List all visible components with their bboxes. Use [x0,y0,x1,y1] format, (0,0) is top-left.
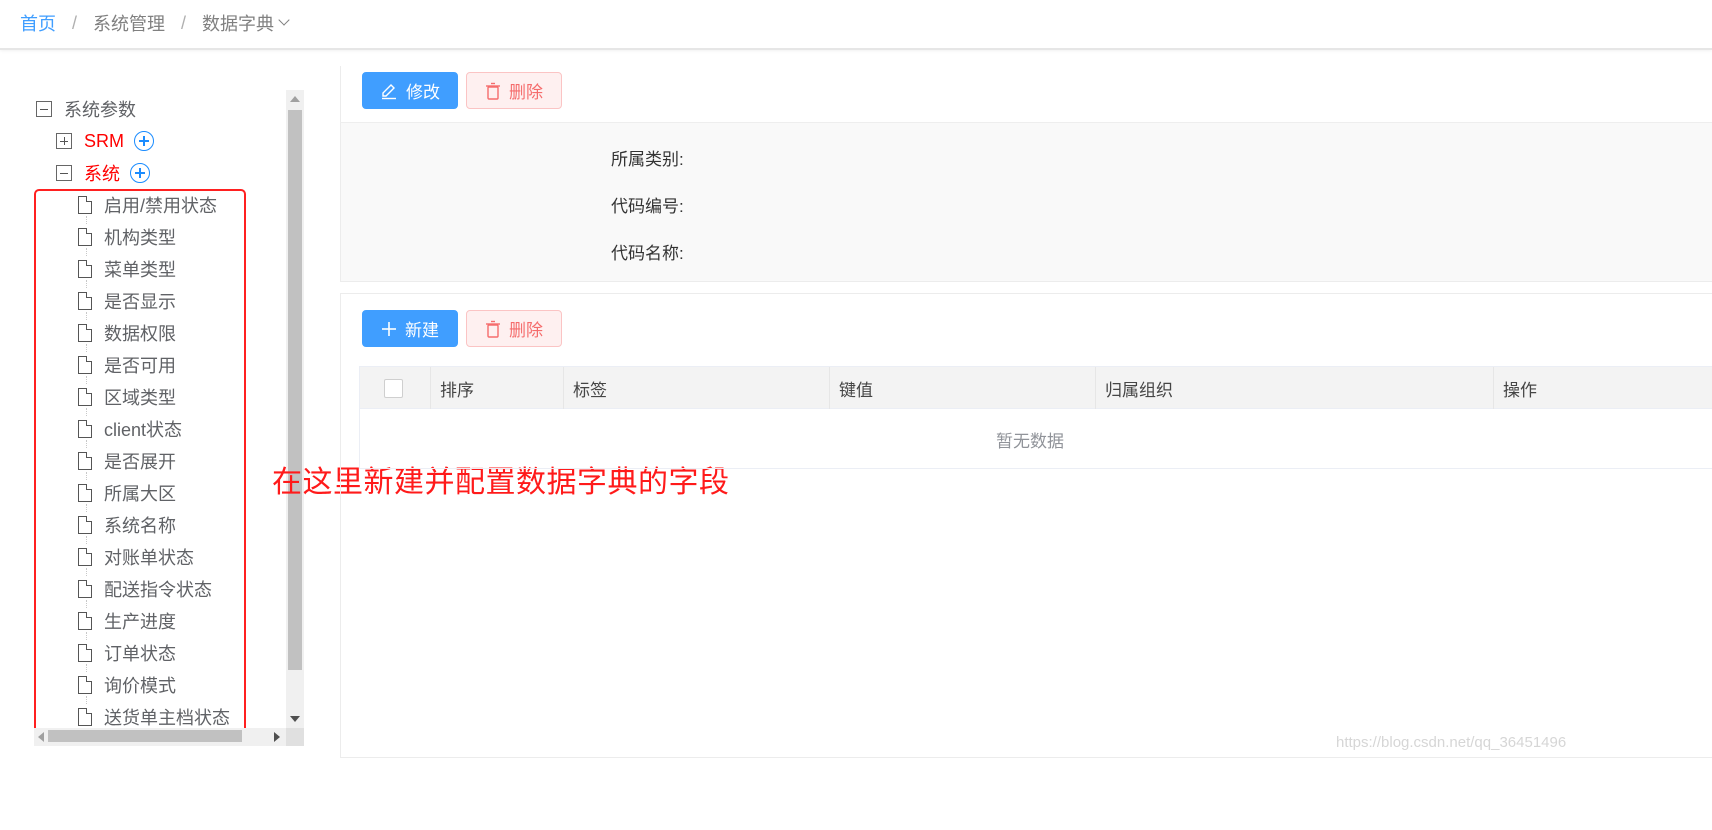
tree-node-system[interactable]: 系统 [56,156,150,190]
scroll-up-arrow-icon[interactable] [290,96,300,102]
dictionary-items-table: 排序 标签 键值 归属组织 操作 暂无数据 [359,366,1712,469]
top-header: 首页 / 系统管理 / 数据字典 [0,0,1712,50]
code-label: 代码编号: [611,197,684,216]
column-header-sort: 排序 [430,367,563,409]
collapse-icon[interactable] [36,101,52,117]
category-label: 所属类别: [611,150,684,169]
column-header-actions: 操作 [1493,367,1712,409]
column-header-label: 标签 [563,367,829,409]
collapse-icon[interactable] [56,165,72,181]
new-button[interactable]: 新建 [362,310,458,347]
empty-placeholder: 暂无数据 [996,431,1064,451]
scrollbar-thumb[interactable] [48,730,242,742]
breadcrumb-separator: / [72,12,78,33]
breadcrumb-data-dictionary[interactable]: 数据字典 [202,10,274,36]
table-header: 排序 标签 键值 归属组织 操作 [360,367,1712,409]
plus-icon [382,321,396,336]
tree-node-label: 系统参数 [64,100,136,120]
tree-node-srm[interactable]: SRM [56,124,154,158]
select-all-cell [360,367,430,409]
breadcrumb-separator: / [181,12,187,33]
scrollbar-thumb[interactable] [288,110,302,670]
scroll-down-arrow-icon[interactable] [290,716,300,722]
breadcrumb: 首页 / 系统管理 / 数据字典 [20,0,290,46]
expand-icon[interactable] [56,133,72,149]
add-child-icon[interactable] [130,163,150,183]
breadcrumb-home-link[interactable]: 首页 [20,10,56,36]
batch-delete-button-label: 删除 [509,321,543,340]
select-all-checkbox[interactable] [384,379,403,398]
scrollbar-corner [286,728,304,746]
highlight-annotation-box [34,189,246,741]
scroll-left-arrow-icon[interactable] [38,732,44,742]
detail-toolbar: 修改 删除 [362,72,562,109]
column-header-organization: 归属组织 [1095,367,1493,409]
detail-info-panel: 所属类别: 代码编号: 代码名称: [340,122,1712,281]
scroll-right-arrow-icon[interactable] [274,732,280,742]
edit-button-label: 修改 [406,83,440,102]
new-button-label: 新建 [405,321,439,340]
batch-delete-button[interactable]: 删除 [466,310,562,347]
breadcrumb-system-management[interactable]: 系统管理 [93,10,165,36]
edit-button[interactable]: 修改 [362,72,458,109]
pencil-icon [382,83,396,99]
list-toolbar: 新建 删除 [362,310,562,347]
tree-vertical-scrollbar[interactable] [286,90,304,728]
list-card [340,293,1712,758]
name-label: 代码名称: [611,244,684,263]
chevron-down-icon[interactable] [278,14,290,26]
trash-icon [486,320,500,338]
delete-button[interactable]: 删除 [466,72,562,109]
tree-node-system-params[interactable]: 系统参数 [36,92,136,126]
watermark-text: https://blog.csdn.net/qq_36451496 [1336,734,1567,751]
delete-button-label: 删除 [509,83,543,102]
column-header-key: 键值 [829,367,1095,409]
tree-node-label: 系统 [84,164,120,184]
add-child-icon[interactable] [134,131,154,151]
tree-node-label: SRM [84,130,124,151]
tree-horizontal-scrollbar[interactable] [34,728,286,746]
trash-icon [486,82,500,100]
